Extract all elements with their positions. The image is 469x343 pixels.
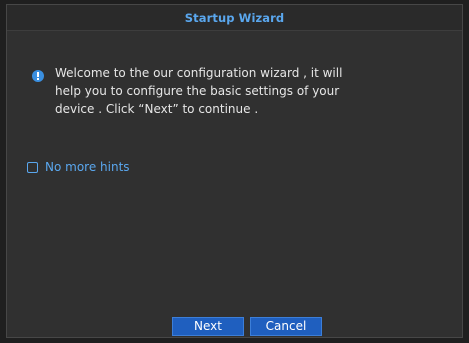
next-button[interactable]: Next [172, 317, 244, 336]
info-icon-bar [37, 72, 39, 77]
dialog-title: Startup Wizard [184, 11, 285, 25]
no-more-hints-option[interactable]: No more hints [27, 159, 130, 175]
info-icon [32, 70, 44, 82]
startup-wizard-dialog: Startup Wizard Welcome to the our config… [6, 4, 463, 338]
dialog-titlebar: Startup Wizard [7, 5, 462, 31]
no-more-hints-checkbox[interactable] [27, 161, 38, 173]
no-more-hints-label[interactable]: No more hints [45, 160, 130, 174]
welcome-message: Welcome to the our configuration wizard … [55, 66, 343, 116]
info-icon-dot [37, 78, 39, 80]
cancel-button[interactable]: Cancel [250, 317, 322, 336]
